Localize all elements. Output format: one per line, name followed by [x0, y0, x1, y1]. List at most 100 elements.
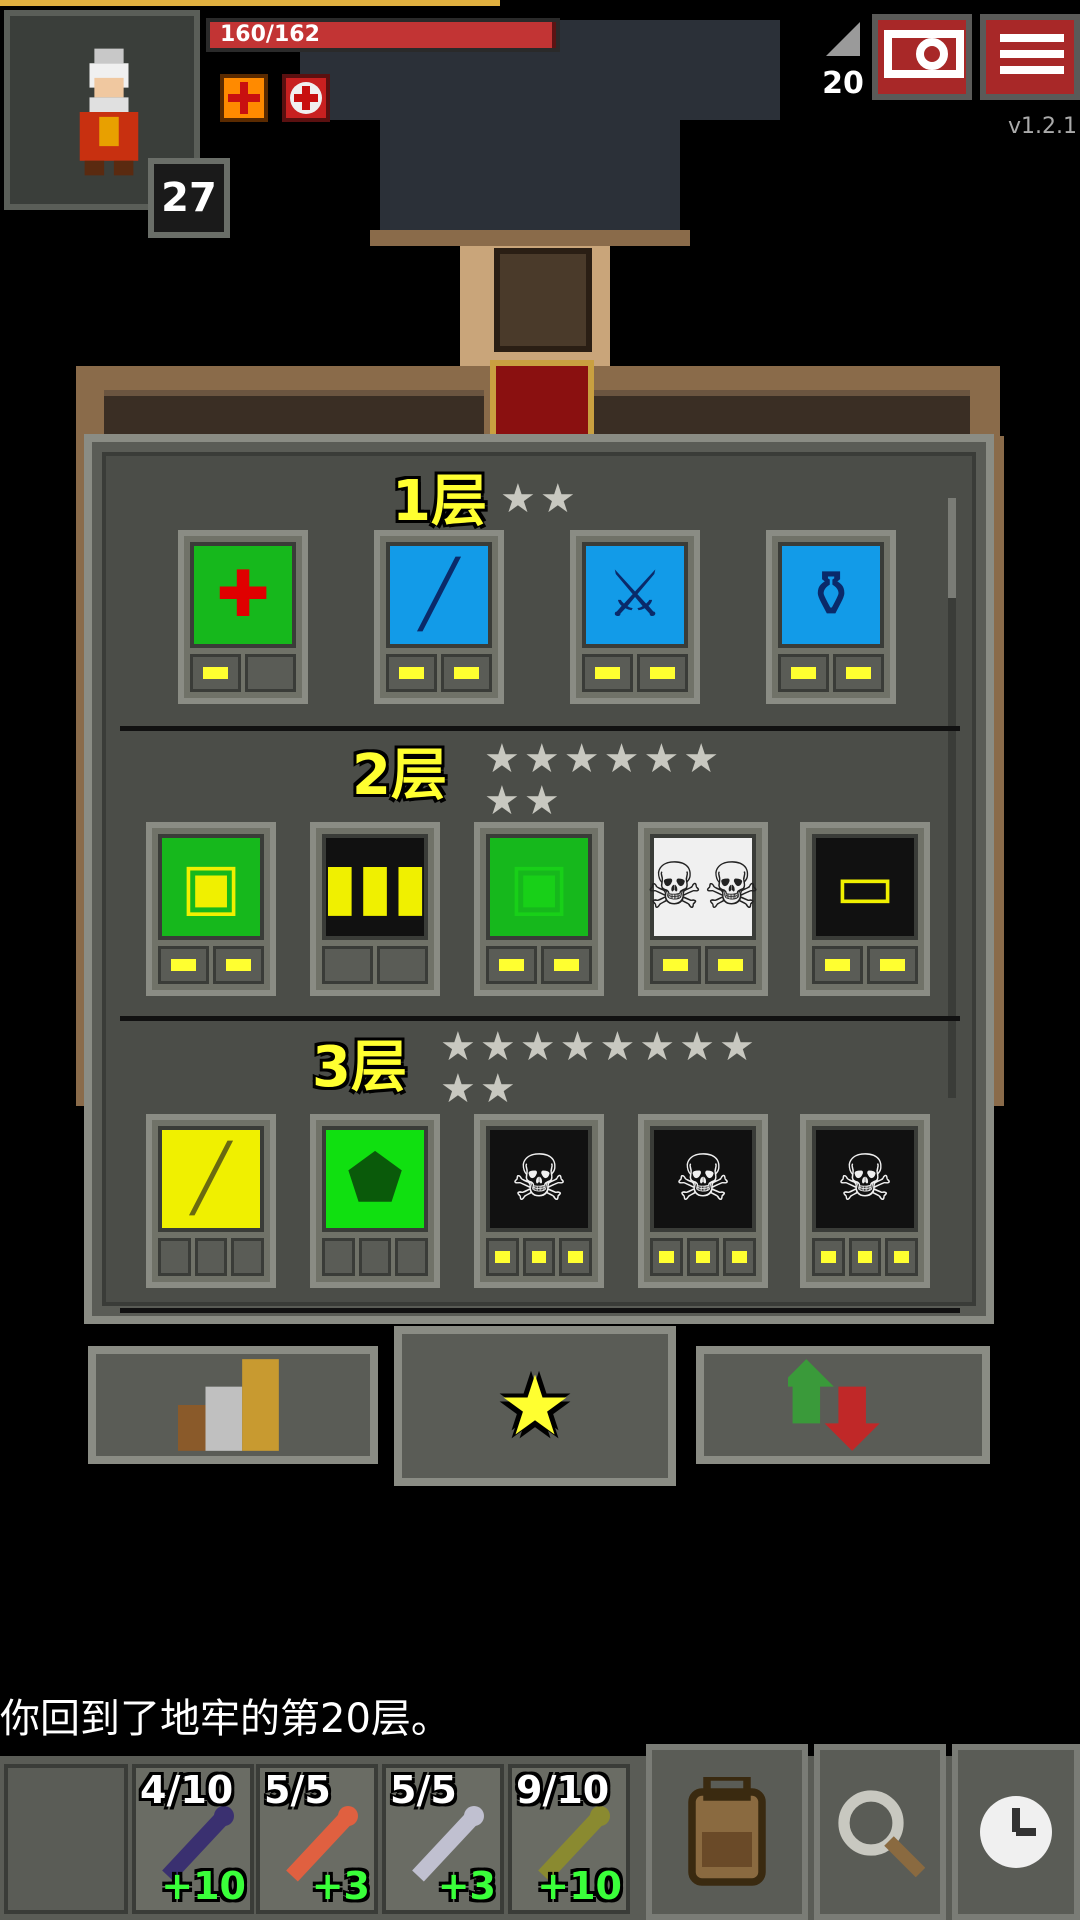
arrows-swap-icon	[704, 1354, 982, 1456]
talent-card[interactable]: ▣	[474, 822, 604, 996]
stairs-icon	[826, 22, 860, 56]
talent-glyph: ▣	[508, 850, 570, 924]
talent-glyph: ▣	[180, 850, 242, 924]
talent-card[interactable]: ☠	[800, 1114, 930, 1288]
talent-point-filled	[582, 654, 633, 692]
talent-card[interactable]: ☠☠	[638, 822, 768, 996]
quickslot-charges: 4/10	[140, 1768, 234, 1812]
tab-talents[interactable]: ★	[394, 1326, 676, 1486]
talents-scrollbar-thumb[interactable]	[948, 498, 956, 598]
quickslot[interactable]: 9/10 +10	[508, 1764, 630, 1914]
magnifier-icon	[838, 1790, 925, 1877]
talent-point-filled	[705, 946, 756, 984]
talent-card[interactable]: ☠	[474, 1114, 604, 1288]
talent-glyph: ⬟	[347, 1142, 403, 1216]
hero-mage-icon	[79, 48, 139, 176]
skull-pair-icon: ☠☠	[645, 834, 761, 940]
healing-plus-icon[interactable]	[220, 74, 268, 122]
talent-points	[486, 946, 592, 984]
tier-title: 1层	[392, 469, 487, 534]
talent-point-filled	[486, 946, 537, 984]
tab-stats[interactable]	[88, 1346, 378, 1464]
tab-subclass[interactable]	[696, 1346, 990, 1464]
talent-point-empty	[395, 1238, 429, 1276]
talent-point-filled	[812, 1238, 845, 1276]
dungeon-door[interactable]	[494, 248, 592, 352]
talent-points	[582, 654, 688, 692]
talent-glyph: ▭	[834, 850, 896, 924]
stats-bars-icon	[96, 1354, 370, 1456]
talent-point-filled	[848, 1238, 882, 1276]
wait-clock-icon	[980, 1796, 1052, 1868]
talent-card[interactable]: ☠	[638, 1114, 768, 1288]
talent-point-filled	[778, 654, 829, 692]
staff-upgrade-icon: ╱	[158, 1126, 264, 1232]
weapon-upgrade-icon: ⚔	[582, 542, 688, 648]
talent-card[interactable]: ⚔	[570, 530, 700, 704]
talent-point-empty	[358, 1238, 392, 1276]
menu-button[interactable]	[980, 14, 1080, 100]
search-journal-button[interactable]	[872, 14, 972, 100]
top-accent-bar	[0, 0, 500, 6]
talent-point-empty	[322, 1238, 355, 1276]
talent-point-filled	[386, 654, 437, 692]
tier-stars: ★★★★★★ ★★	[484, 736, 724, 824]
quickslot[interactable]: 4/10 +10	[132, 1764, 254, 1914]
energizing-meal-icon: ▣	[158, 834, 264, 940]
quickslot-upgrade-level: +10	[161, 1864, 246, 1908]
talent-card[interactable]: ⚱	[766, 530, 896, 704]
battery-charge-icon: ▮▮▮	[322, 834, 428, 940]
talent-point-filled	[486, 1238, 519, 1276]
talent-point-filled	[190, 654, 241, 692]
talent-points	[158, 946, 264, 984]
talent-card[interactable]: ⬟	[310, 1114, 440, 1288]
talent-point-filled	[441, 654, 492, 692]
talent-glyph: ☠☠	[645, 850, 761, 924]
talent-point-filled	[885, 1238, 919, 1276]
talent-point-empty	[231, 1238, 265, 1276]
search-journal-icon	[884, 30, 964, 78]
talent-points	[158, 1238, 265, 1276]
talent-card[interactable]: ▣	[146, 822, 276, 996]
empty-battery-icon: ▭	[812, 834, 918, 940]
talent-point-filled	[723, 1238, 757, 1276]
quickslot-charges: 5/5	[390, 1768, 457, 1812]
talent-card[interactable]: ▮▮▮	[310, 822, 440, 996]
talent-points	[812, 946, 918, 984]
talent-point-filled	[686, 1238, 720, 1276]
talent-card[interactable]: ╱	[374, 530, 504, 704]
quickslot-upgrade-level: +10	[537, 1864, 622, 1908]
wait-button[interactable]	[952, 1744, 1080, 1920]
talent-card[interactable]: ✚	[178, 530, 308, 704]
hero-level-badge: 27	[148, 158, 230, 238]
skull-cross-icon: ☠	[486, 1126, 592, 1232]
quickslot[interactable]: 5/5 +3	[382, 1764, 504, 1914]
talent-card[interactable]: ╱	[146, 1114, 276, 1288]
talent-point-filled	[637, 654, 688, 692]
talent-point-filled	[650, 946, 701, 984]
talent-points	[778, 654, 884, 692]
potion-identify-icon: ⚱	[778, 542, 884, 648]
talent-point-empty	[377, 946, 428, 984]
tier-title: 2层	[352, 743, 447, 808]
talent-point-filled	[158, 946, 209, 984]
talent-point-empty	[158, 1238, 191, 1276]
meal-recharge-icon: ▣	[486, 834, 592, 940]
talent-point-filled	[522, 1238, 556, 1276]
backpack-icon	[688, 1777, 766, 1886]
talent-glyph: ☠	[674, 1142, 732, 1216]
talent-points	[322, 1238, 429, 1276]
quickslot-empty[interactable]	[4, 1764, 128, 1914]
wand-identify-icon: ╱	[386, 542, 492, 648]
talent-point-filled	[213, 946, 264, 984]
skull-heart-icon: ☠	[812, 1126, 918, 1232]
quickslot[interactable]: 5/5 +3	[256, 1764, 378, 1914]
tier-divider	[120, 1016, 960, 1021]
talent-card[interactable]: ▭	[800, 822, 930, 996]
search-button[interactable]	[814, 1744, 946, 1920]
skull-arrow-icon: ☠	[650, 1126, 756, 1232]
backpack-button[interactable]	[646, 1744, 808, 1920]
talent-points	[190, 654, 296, 692]
talent-point-filled	[559, 1238, 593, 1276]
medkit-icon[interactable]	[282, 74, 330, 122]
